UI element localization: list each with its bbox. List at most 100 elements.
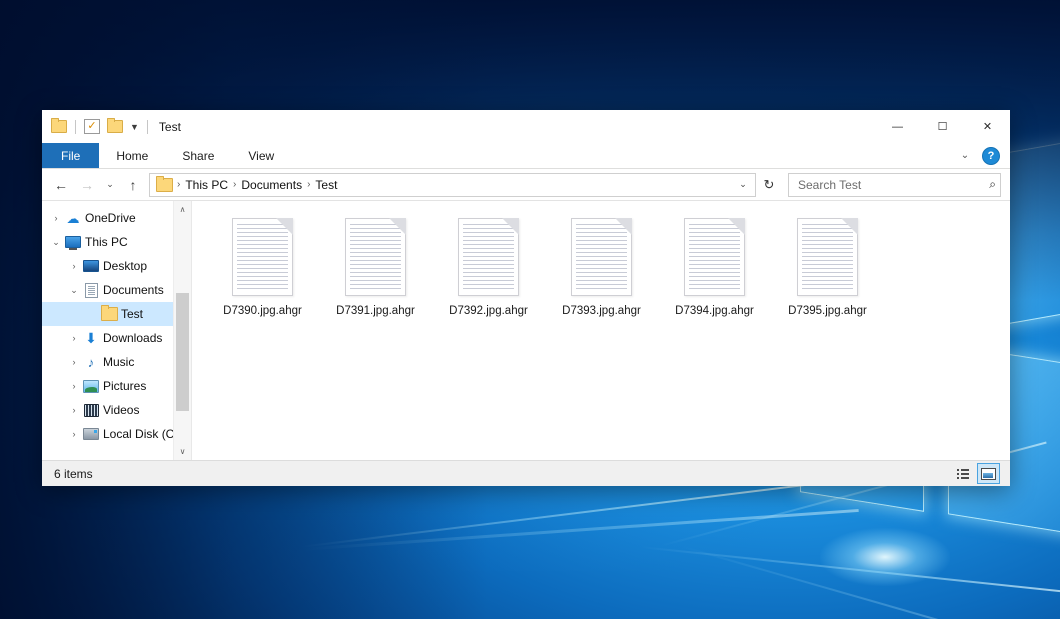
address-dropdown-icon[interactable]: ⌄ — [733, 179, 753, 190]
chevron-right-icon[interactable]: › — [66, 429, 82, 439]
generic-file-icon — [451, 215, 527, 299]
sidebar-item-onedrive[interactable]: ›☁OneDrive — [42, 206, 191, 230]
sidebar-item-label: Music — [103, 355, 134, 369]
sidebar-item-label: This PC — [85, 235, 128, 249]
sidebar-item-local-disk-c[interactable]: ›Local Disk (C:) — [42, 422, 191, 446]
chevron-down-icon[interactable]: ⌄ — [66, 285, 82, 296]
file-item[interactable]: D7391.jpg.ahgr — [319, 211, 432, 335]
scroll-up-arrow-icon[interactable]: ∧ — [174, 201, 191, 218]
details-view-button[interactable] — [951, 463, 974, 484]
search-box[interactable]: ⌕ — [788, 173, 1001, 197]
breadcrumb-item-test[interactable]: Test — [311, 178, 341, 192]
generic-file-icon — [564, 215, 640, 299]
chevron-right-icon[interactable]: › — [66, 381, 82, 391]
tab-home[interactable]: Home — [99, 143, 165, 168]
refresh-button[interactable]: ↻ — [756, 173, 782, 197]
up-button[interactable]: ↑ — [120, 173, 146, 197]
sidebar-item-documents[interactable]: ⌄ Documents — [42, 278, 191, 302]
file-explorer-window: ✓ ▼ Test — ☐ ✕ File Home Share View ⌄ ? — [42, 110, 1010, 486]
file-item[interactable]: D7394.jpg.ahgr — [658, 211, 771, 335]
toolbar-divider — [75, 120, 76, 134]
ribbon-right-controls: ⌄ ? — [954, 143, 1006, 168]
close-button[interactable]: ✕ — [965, 110, 1010, 143]
disk-icon — [82, 428, 100, 440]
search-icon[interactable]: ⌕ — [989, 177, 996, 192]
sidebar-item-music[interactable]: ›♪Music — [42, 350, 191, 374]
sidebar-item-desktop[interactable]: › Desktop — [42, 254, 191, 278]
tab-share[interactable]: Share — [165, 143, 231, 168]
status-bar: 6 items — [42, 460, 1010, 486]
sidebar-item-videos[interactable]: › Videos — [42, 398, 191, 422]
generic-file-icon — [790, 215, 866, 299]
file-name-label: D7390.jpg.ahgr — [221, 304, 304, 318]
help-icon[interactable]: ? — [982, 147, 1000, 165]
sidebar-item-label: Desktop — [103, 259, 147, 273]
view-mode-buttons — [951, 463, 1004, 484]
chevron-right-icon[interactable]: › — [66, 405, 82, 415]
window-title: Test — [159, 120, 181, 134]
sidebar-item-label: Test — [121, 307, 143, 321]
toolbar-divider — [147, 120, 148, 134]
customize-dropdown-icon[interactable]: ▼ — [128, 122, 141, 132]
recent-locations-button[interactable]: ⌄ — [100, 173, 120, 197]
file-item[interactable]: D7395.jpg.ahgr — [771, 211, 884, 335]
breadcrumb-folder-icon — [156, 178, 173, 192]
quick-access-toolbar: ✓ ▼ — [42, 117, 151, 137]
chevron-right-icon[interactable]: › — [66, 333, 82, 343]
sidebar-item-downloads[interactable]: ›⬇Downloads — [42, 326, 191, 350]
sidebar-item-label: Pictures — [103, 379, 146, 393]
scrollbar-thumb[interactable] — [176, 293, 189, 411]
file-item[interactable]: D7390.jpg.ahgr — [206, 211, 319, 335]
videos-icon — [82, 404, 100, 417]
sidebar-item-pictures[interactable]: › Pictures — [42, 374, 191, 398]
documents-icon — [82, 283, 100, 298]
file-list-pane[interactable]: D7390.jpg.ahgr D7391.jpg.ahgr D7392.jpg.ah… — [192, 201, 1010, 460]
title-bar[interactable]: ✓ ▼ Test — ☐ ✕ — [42, 110, 1010, 143]
tab-view[interactable]: View — [231, 143, 291, 168]
breadcrumb[interactable]: › This PC › Documents › Test ⌄ — [149, 173, 756, 197]
sidebar-item-label: Downloads — [103, 331, 162, 345]
scroll-down-arrow-icon[interactable]: ∨ — [174, 443, 191, 460]
chevron-right-icon[interactable]: › — [48, 213, 64, 223]
ribbon-tab-bar: File Home Share View ⌄ ? — [42, 143, 1010, 169]
search-input[interactable] — [796, 177, 989, 193]
item-count-label: 6 items — [48, 467, 93, 481]
properties-checkbox-icon[interactable]: ✓ — [82, 117, 102, 137]
sidebar-item-test[interactable]: Test — [42, 302, 191, 326]
generic-file-icon — [677, 215, 753, 299]
sidebar-item-label: Videos — [103, 403, 139, 417]
window-body: ›☁OneDrive⌄This PC›Desktop⌄DocumentsTest… — [42, 201, 1010, 460]
folder-tree: ›☁OneDrive⌄This PC›Desktop⌄DocumentsTest… — [42, 206, 191, 446]
file-name-label: D7395.jpg.ahgr — [786, 304, 869, 318]
minimize-button[interactable]: — — [875, 110, 920, 143]
back-button[interactable]: ← — [48, 173, 74, 197]
sidebar-item-label: OneDrive — [85, 211, 136, 225]
forward-button[interactable]: → — [74, 173, 100, 197]
maximize-button[interactable]: ☐ — [920, 110, 965, 143]
sidebar-scrollbar[interactable]: ∧ ∨ — [173, 201, 191, 460]
sidebar-item-label: Documents — [103, 283, 164, 297]
file-name-label: D7392.jpg.ahgr — [447, 304, 530, 318]
file-item[interactable]: D7393.jpg.ahgr — [545, 211, 658, 335]
address-bar: ← → ⌄ ↑ › This PC › Documents › Test ⌄ ↻… — [42, 169, 1010, 201]
sidebar-item-this-pc[interactable]: ⌄ This PC — [42, 230, 191, 254]
chevron-down-icon[interactable]: ⌄ — [954, 150, 976, 161]
breadcrumb-item-this-pc[interactable]: This PC — [181, 178, 232, 192]
window-controls: — ☐ ✕ — [875, 110, 1010, 143]
navigation-pane: ›☁OneDrive⌄This PC›Desktop⌄DocumentsTest… — [42, 201, 192, 460]
pictures-icon — [82, 380, 100, 393]
file-item[interactable]: D7392.jpg.ahgr — [432, 211, 545, 335]
breadcrumb-item-documents[interactable]: Documents — [237, 178, 306, 192]
desktop: ✓ ▼ Test — ☐ ✕ File Home Share View ⌄ ? — [0, 0, 1060, 619]
generic-file-icon — [338, 215, 414, 299]
folder-icon[interactable] — [49, 117, 69, 137]
cloud-icon: ☁ — [64, 212, 82, 225]
chevron-right-icon[interactable]: › — [66, 357, 82, 367]
tab-file[interactable]: File — [42, 143, 99, 168]
large-icons-view-button[interactable] — [977, 463, 1000, 484]
download-icon: ⬇ — [82, 331, 100, 345]
new-folder-icon[interactable] — [105, 117, 125, 137]
chevron-down-icon[interactable]: ⌄ — [48, 237, 64, 248]
file-name-label: D7391.jpg.ahgr — [334, 304, 417, 318]
chevron-right-icon[interactable]: › — [66, 261, 82, 271]
